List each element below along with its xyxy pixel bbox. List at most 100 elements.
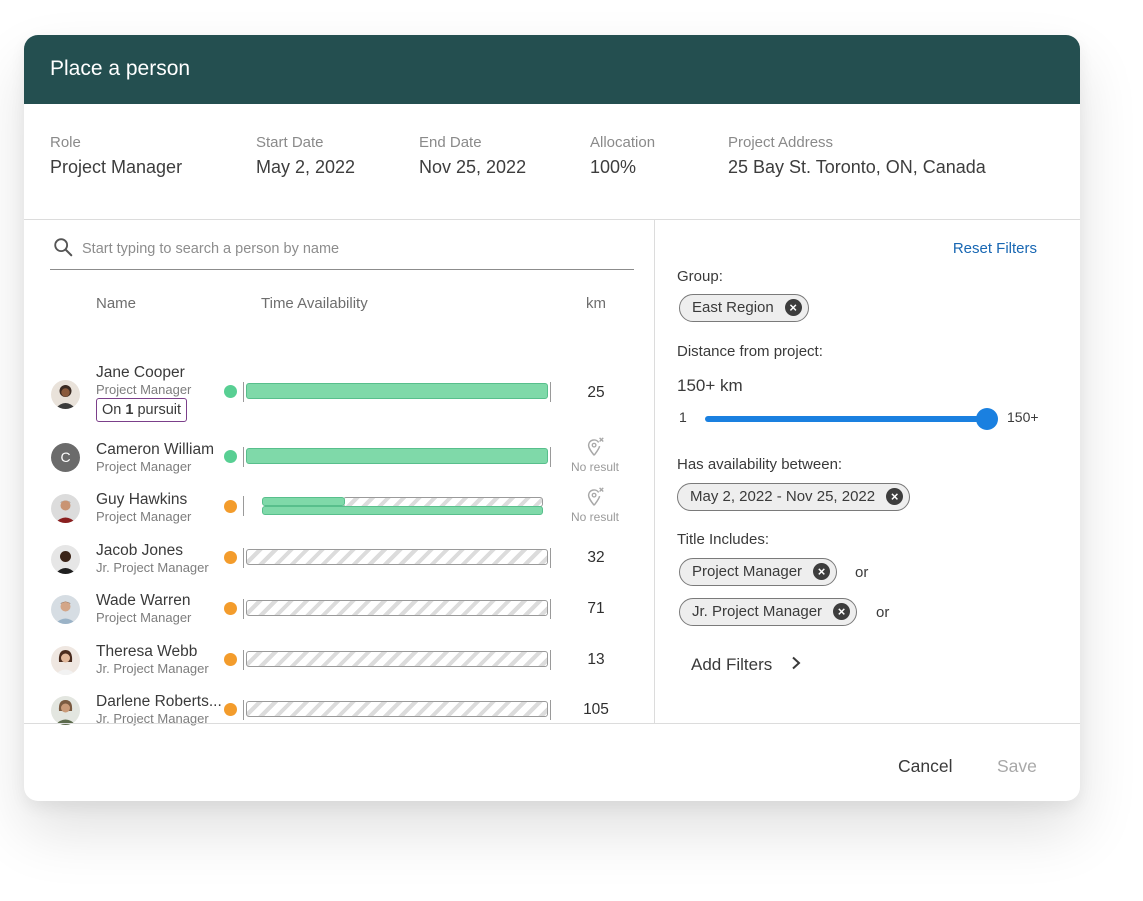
group-filter-label: Group: — [677, 268, 723, 285]
or-label: or — [876, 604, 890, 621]
bar-start-tick — [243, 548, 244, 568]
remove-chip-icon[interactable]: × — [813, 563, 831, 580]
location-off-icon — [587, 487, 604, 506]
bar-start-tick — [243, 700, 244, 720]
place-person-dialog: Place a person Role Project Manager Star… — [24, 35, 1080, 801]
distance-value: 150+ km — [677, 376, 743, 395]
avatar — [51, 545, 80, 574]
bar-end-tick — [550, 650, 551, 670]
availability-fill-lower — [262, 506, 543, 515]
bar-end-tick — [550, 447, 551, 467]
summary-address-value: 25 Bay St. Toronto, ON, Canada — [728, 157, 986, 177]
person-title: Project Manager — [96, 610, 192, 625]
distance-slider-track[interactable] — [705, 416, 987, 422]
bar-start-tick — [243, 496, 244, 516]
bar-end-tick — [550, 548, 551, 568]
bar-end-tick — [550, 599, 551, 619]
column-header-km: km — [586, 295, 606, 312]
no-distance-result: No result — [564, 486, 626, 524]
no-result-label: No result — [570, 510, 620, 524]
distance-km: 32 — [587, 549, 605, 566]
person-name: Theresa Webb — [96, 643, 198, 660]
no-distance-result: No result — [564, 436, 626, 474]
bar-end-tick — [550, 700, 551, 720]
distance-km: 71 — [587, 600, 605, 617]
people-panel: Name Time Availability km Jane Cooper Pr… — [24, 219, 654, 726]
unavailable-segment — [246, 651, 548, 667]
remove-chip-icon[interactable]: × — [833, 603, 851, 620]
title-filter-label: Title Includes: — [677, 531, 769, 548]
availability-filter-label: Has availability between: — [677, 456, 843, 473]
remove-chip-icon[interactable]: × — [784, 299, 802, 316]
availability-bar — [243, 548, 551, 568]
column-header-availability: Time Availability — [261, 295, 368, 312]
availability-bar — [243, 496, 551, 516]
person-name: Guy Hawkins — [96, 491, 188, 508]
bar-start-tick — [243, 650, 244, 670]
availability-bar — [243, 599, 551, 619]
avatar — [51, 494, 80, 523]
avatar — [51, 595, 80, 624]
add-filters-button[interactable]: Add Filters — [691, 655, 801, 675]
person-name: Wade Warren — [96, 592, 191, 609]
unavailable-segment — [246, 701, 548, 717]
status-dot — [224, 602, 237, 615]
pursuit-suffix: pursuit — [133, 402, 182, 418]
summary-project-address: Project Address 25 Bay St. Toronto, ON, … — [728, 134, 986, 178]
slider-max-label: 150+ — [1007, 409, 1039, 425]
summary-allocation: Allocation 100% — [590, 134, 655, 178]
title-chip-jr-project-manager: Jr. Project Manager × — [679, 598, 858, 626]
summary-start-date-value: May 2, 2022 — [256, 157, 356, 177]
person-title: Project Manager — [96, 509, 192, 524]
summary-start-date: Start Date May 2, 2022 — [256, 134, 355, 178]
summary-allocation-value: 100% — [590, 157, 637, 177]
cancel-button[interactable]: Cancel — [898, 756, 952, 777]
person-title: Project Manager — [96, 382, 192, 397]
save-button[interactable]: Save — [997, 756, 1037, 777]
status-dot — [224, 703, 237, 716]
slider-min-label: 1 — [679, 409, 687, 425]
dialog-footer: Cancel Save — [24, 723, 1080, 801]
pursuit-prefix: On — [102, 402, 126, 418]
person-search — [50, 233, 634, 270]
bar-start-tick — [243, 382, 244, 402]
bar-end-tick — [550, 382, 551, 402]
summary-end-date: End Date Nov 25, 2022 — [419, 134, 526, 178]
person-name: Jane Cooper — [96, 364, 185, 381]
availability-bar — [243, 650, 551, 670]
location-off-icon — [587, 437, 604, 456]
reset-filters-link[interactable]: Reset Filters — [953, 240, 1037, 257]
dialog-header: Place a person — [24, 35, 1080, 104]
status-dot — [224, 385, 237, 398]
add-filters-label: Add Filters — [691, 655, 773, 674]
status-dot — [224, 551, 237, 564]
person-title: Project Manager — [96, 459, 192, 474]
summary-end-date-label: End Date — [419, 134, 482, 151]
assignment-summary: Role Project Manager Start Date May 2, 2… — [24, 104, 1080, 220]
availability-bar — [243, 700, 551, 720]
summary-role-value: Project Manager — [50, 157, 183, 177]
unavailable-segment — [246, 600, 548, 616]
chevron-right-icon — [791, 655, 801, 675]
availability-bar — [243, 382, 551, 402]
or-label: or — [855, 564, 869, 581]
person-search-input[interactable] — [80, 236, 624, 262]
distance-slider-thumb[interactable] — [976, 408, 998, 430]
summary-end-date-value: Nov 25, 2022 — [419, 157, 527, 177]
bar-start-tick — [243, 447, 244, 467]
status-dot — [224, 450, 237, 463]
availability-fill — [246, 448, 548, 464]
title-chip-project-manager: Project Manager × — [679, 558, 838, 586]
distance-km: 13 — [587, 651, 605, 668]
person-name: Cameron William — [96, 441, 214, 458]
avatar — [51, 696, 80, 725]
avatar: C — [51, 443, 80, 472]
column-header-name: Name — [96, 295, 137, 312]
remove-chip-icon[interactable]: × — [886, 488, 904, 505]
distance-km: 25 — [587, 384, 605, 401]
search-icon — [54, 238, 73, 257]
summary-role-label: Role — [50, 134, 81, 151]
person-name: Darlene Roberts... — [96, 693, 222, 710]
person-title: Jr. Project Manager — [96, 560, 209, 575]
pursuit-badge[interactable]: On 1 pursuit — [96, 398, 188, 422]
